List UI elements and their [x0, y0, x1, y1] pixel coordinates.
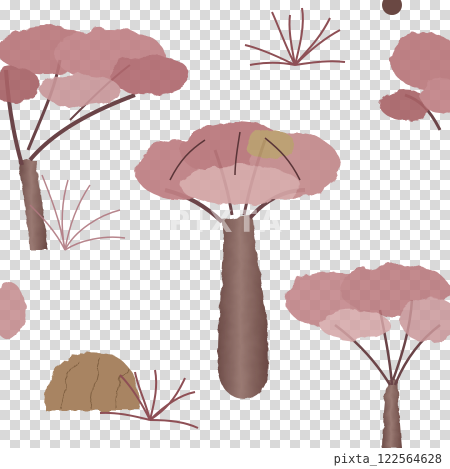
- image-canvas: PIXTA pixta_122564628: [0, 0, 450, 469]
- grass-tuft-top: [244, 7, 346, 66]
- watercolor-artwork: [0, 0, 450, 448]
- stock-footer: pixta_122564628: [0, 448, 450, 469]
- tree-right-edge: [380, 32, 450, 131]
- trunk-fragment-top-right: [382, 0, 402, 15]
- tree-bottom-right: [285, 264, 450, 448]
- image-id-label: pixta_122564628: [333, 452, 442, 466]
- baobab-tree-center: [135, 122, 340, 399]
- foliage-left-edge: [0, 282, 26, 338]
- tree-top-left: [0, 26, 190, 250]
